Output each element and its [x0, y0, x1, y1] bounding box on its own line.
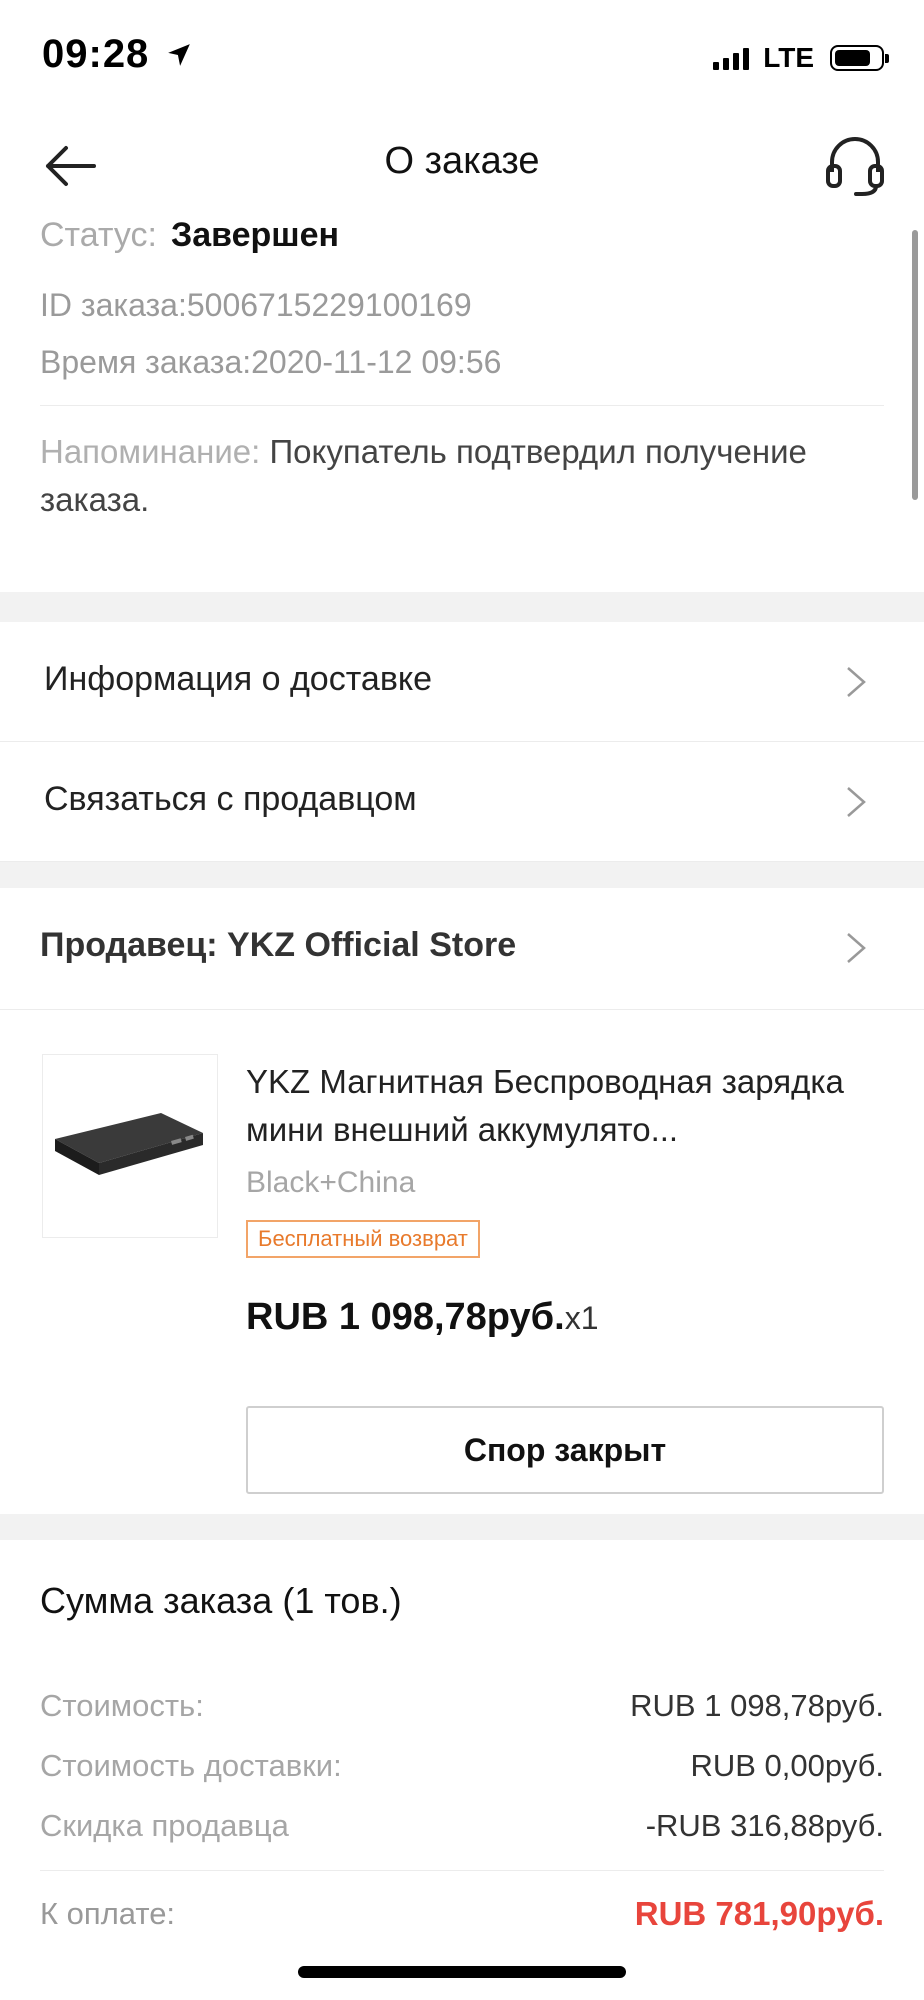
product-sku: Black+China — [246, 1166, 416, 1199]
chevron-right-icon — [847, 667, 866, 697]
seller-row[interactable]: Продавец: YKZ Official Store — [0, 888, 924, 1010]
summary-key: Стоимость: — [40, 1688, 204, 1723]
order-status-section: Статус: Завершен ID заказа:50067152291001… — [40, 216, 884, 524]
price-value: RUB 1 098,78руб. — [246, 1296, 565, 1338]
section-gap — [0, 862, 924, 888]
summary-title: Сумма заказа (1 тов.) — [40, 1580, 402, 1621]
free-return-badge: Бесплатный возврат — [246, 1220, 480, 1258]
summary-rows: Стоимость: RUB 1 098,78руб. Стоимость до… — [40, 1676, 884, 1856]
home-indicator[interactable] — [298, 1966, 626, 1978]
power-bank-image — [55, 1113, 203, 1175]
location-arrow-icon — [168, 44, 190, 66]
network-type: LTE — [763, 42, 814, 73]
quantity: x1 — [564, 1300, 599, 1336]
order-reminder: Напоминание: Покупатель подтвердил получ… — [40, 428, 884, 524]
summary-key: Скидка продавца — [40, 1808, 289, 1843]
status-value: Завершен — [170, 216, 340, 254]
seller-name: Продавец: YKZ Official Store — [40, 926, 517, 964]
order-summary: Сумма заказа (1 тов.) Стоимость: RUB 1 0… — [40, 1540, 884, 1957]
signal-icon — [713, 46, 750, 70]
section-gap — [0, 592, 924, 622]
summary-row-shipping: Стоимость доставки: RUB 0,00руб. — [40, 1736, 884, 1796]
summary-value: RUB 1 098,78руб. — [630, 1688, 884, 1723]
product-price: RUB 1 098,78руб.x1 — [246, 1296, 598, 1339]
status-label: Статус: — [40, 216, 157, 254]
summary-row-cost: Стоимость: RUB 1 098,78руб. — [40, 1676, 884, 1736]
product-image[interactable] — [42, 1054, 218, 1238]
delivery-info-row[interactable]: Информация о доставке — [0, 622, 924, 742]
status-time: 09:28 — [42, 32, 150, 76]
chevron-right-icon — [847, 933, 866, 963]
page-title: О заказе — [384, 140, 540, 182]
total-label: К оплате: — [40, 1896, 176, 1931]
delivery-info-label: Информация о доставке — [44, 660, 433, 698]
summary-value: -RUB 316,88руб. — [645, 1808, 884, 1843]
dispute-closed-button[interactable]: Спор закрыт — [246, 1406, 884, 1494]
product-item: YKZ Магнитная Беспроводная зарядка мини … — [0, 1010, 924, 1514]
reminder-label: Напоминание: — [40, 433, 261, 470]
total-value: RUB 781,90руб. — [634, 1895, 884, 1932]
chevron-right-icon — [847, 787, 866, 817]
divider — [40, 405, 884, 406]
summary-value: RUB 0,00руб. — [690, 1748, 884, 1783]
support-headset-icon[interactable] — [822, 132, 888, 198]
summary-row-discount: Скидка продавца -RUB 316,88руб. — [40, 1796, 884, 1856]
scrollbar[interactable] — [912, 230, 918, 500]
summary-key: Стоимость доставки: — [40, 1748, 342, 1783]
contact-seller-label: Связаться с продавцом — [44, 780, 417, 818]
nav-bar: О заказе — [0, 112, 924, 216]
order-id: ID заказа:5006715229100169 — [40, 287, 472, 323]
section-gap — [0, 1514, 924, 1540]
status-bar: 09:28 LTE — [0, 0, 924, 112]
battery-icon — [830, 45, 889, 71]
order-time: Время заказа:2020-11-12 09:56 — [40, 344, 502, 380]
contact-seller-row[interactable]: Связаться с продавцом — [0, 742, 924, 862]
total-to-pay: К оплате: RUB 781,90руб. — [40, 1871, 884, 1957]
product-title[interactable]: YKZ Магнитная Беспроводная зарядка мини … — [246, 1058, 886, 1154]
status-indicators: LTE — [713, 42, 889, 74]
order-status: Статус: Завершен — [40, 216, 884, 255]
